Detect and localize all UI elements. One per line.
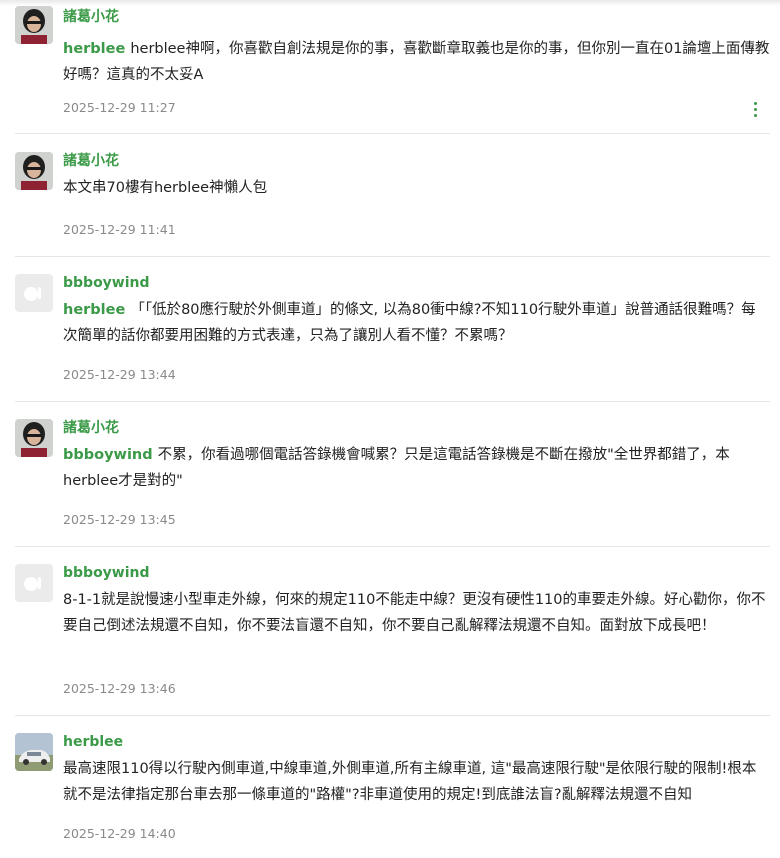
- timestamp: 2025-12-29 13:45: [63, 512, 176, 527]
- comment-body: 最高速限110得以行駛內側車道,中線車道,外側車道,所有主線車道, 這"最高速限…: [63, 761, 757, 803]
- comment-text: 8-1-1就是說慢速小型車走外線，何來的規定110不能走中線？更沒有硬性110的…: [63, 587, 770, 639]
- divider: [15, 133, 770, 134]
- photo-avatar-icon: [15, 419, 53, 457]
- username[interactable]: 諸葛小花: [63, 152, 770, 170]
- divider: [15, 401, 770, 402]
- top-shadow: [0, 0, 780, 6]
- comment-text: herblee 「「低於80應行駛於外側車道」的條文, 以為80衝中線?不知110…: [63, 297, 770, 349]
- user-avatar[interactable]: [15, 419, 53, 457]
- user-avatar[interactable]: [15, 564, 53, 602]
- divider: [15, 546, 770, 547]
- comment-text: 本文串70樓有herblee神懶人包: [63, 175, 770, 201]
- user-avatar[interactable]: [15, 152, 53, 190]
- user-avatar[interactable]: [15, 6, 53, 44]
- more-options-icon[interactable]: [752, 102, 758, 117]
- default-avatar-icon: [24, 287, 41, 301]
- timestamp: 2025-12-29 11:27: [63, 100, 176, 115]
- comment-text: bbboywind 不累，你看過哪個電話答錄機會喊累？只是這電話答錄機是不斷在撥放…: [63, 442, 770, 494]
- timestamp: 2025-12-29 14:40: [63, 826, 176, 841]
- username[interactable]: 諸葛小花: [63, 8, 770, 26]
- comment-body: 不累，你看過哪個電話答錄機會喊累？只是這電話答錄機是不斷在撥放"全世界都錯了，本…: [63, 447, 730, 489]
- photo-avatar-icon: [15, 152, 53, 190]
- timestamp: 2025-12-29 11:41: [63, 222, 176, 237]
- user-avatar[interactable]: [15, 274, 53, 312]
- divider: [15, 256, 770, 257]
- username[interactable]: 諸葛小花: [63, 419, 770, 437]
- divider: [15, 715, 770, 716]
- comment-body: 8-1-1就是說慢速小型車走外線，何來的規定110不能走中線？更沒有硬性110的…: [63, 592, 766, 634]
- timestamp: 2025-12-29 13:44: [63, 367, 176, 382]
- mention-link[interactable]: herblee: [63, 41, 125, 57]
- comment-body: 「「低於80應行駛於外側車道」的條文, 以為80衝中線?不知110行駛外車道」說…: [63, 302, 756, 344]
- mention-link[interactable]: herblee: [63, 302, 125, 318]
- car-photo-avatar-icon: [15, 733, 53, 771]
- comment-text: 最高速限110得以行駛內側車道,中線車道,外側車道,所有主線車道, 這"最高速限…: [63, 756, 770, 808]
- photo-avatar-icon: [15, 6, 53, 44]
- comment-body: herblee神啊，你喜歡自創法規是你的事，喜歡斷章取義也是你的事，但你別一直在…: [63, 41, 770, 83]
- comment-text: herblee herblee神啊，你喜歡自創法規是你的事，喜歡斷章取義也是你的事…: [63, 36, 770, 88]
- user-avatar[interactable]: [15, 733, 53, 771]
- comment-body: 本文串70樓有herblee神懶人包: [63, 180, 268, 196]
- username[interactable]: herblee: [63, 733, 770, 751]
- timestamp: 2025-12-29 13:46: [63, 681, 176, 696]
- mention-link[interactable]: bbboywind: [63, 447, 153, 463]
- username[interactable]: bbboywind: [63, 274, 770, 292]
- default-avatar-icon: [24, 577, 41, 591]
- username[interactable]: bbboywind: [63, 564, 770, 582]
